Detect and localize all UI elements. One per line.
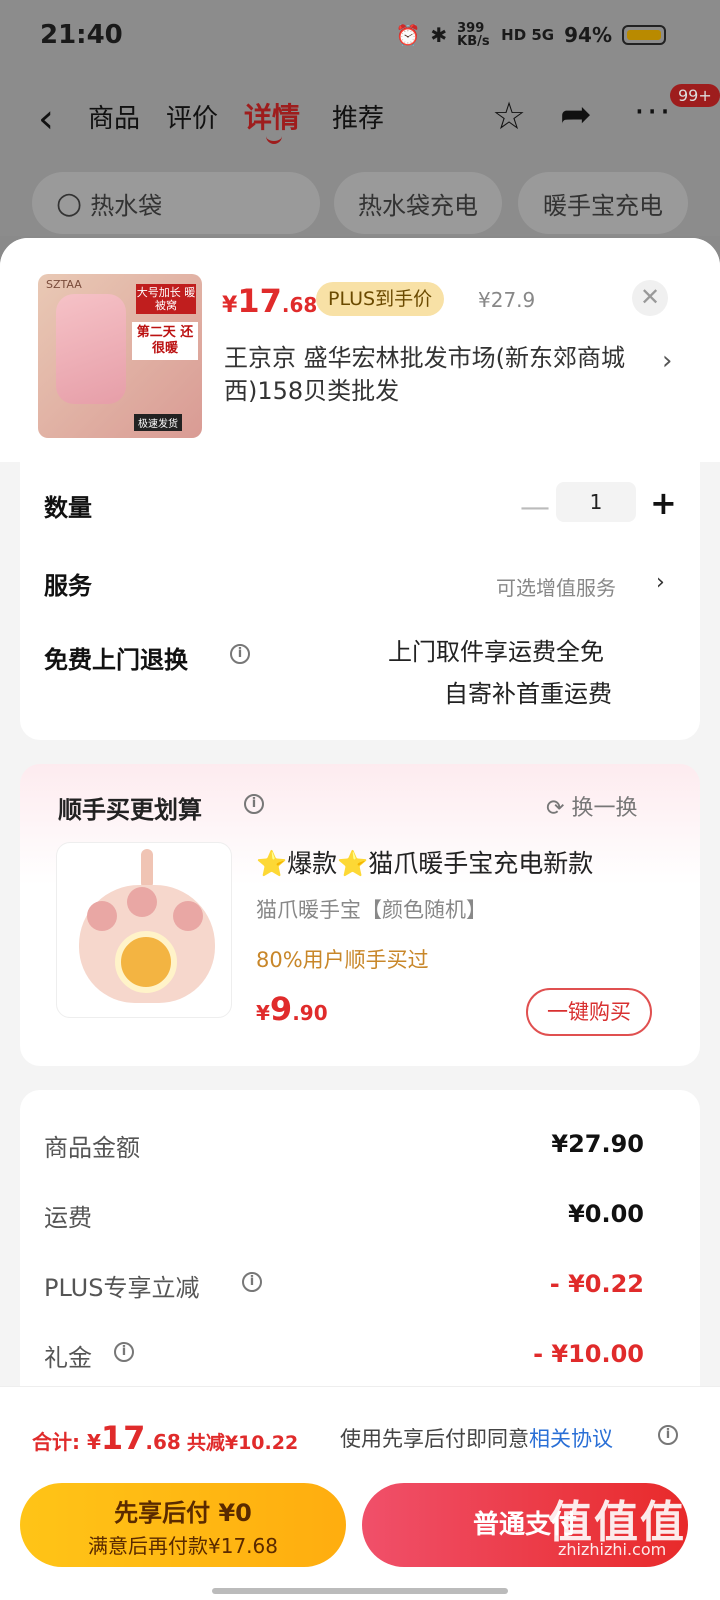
- thumb-tag-1: 大号加长 暖被窝: [136, 284, 196, 314]
- options-card: 数量 — 1 + 服务 可选增值服务 › 免费上门退换 i 上门取件享运费全免 …: [20, 462, 700, 740]
- recommend-price: ¥9.90: [256, 990, 328, 1028]
- plus-price-tag: PLUS到手价: [316, 282, 445, 316]
- return-label: 免费上门退换: [44, 646, 188, 674]
- recommend-product-name[interactable]: ⭐爆款⭐猫爪暖手宝充电新款: [256, 844, 593, 880]
- status-time: 21:40: [40, 20, 123, 50]
- battery-icon: [622, 25, 666, 45]
- quantity-plus-button[interactable]: +: [650, 484, 677, 522]
- tab-detail[interactable]: 详情: [244, 96, 300, 136]
- summary-label-goods: 商品金额: [44, 1134, 140, 1162]
- thumb-brand: SZTAA: [46, 278, 82, 291]
- product-header: SZTAA 大号加长 暖被窝 第二天 还很暖 极速发货 ¥17.68 PLUS到…: [0, 238, 720, 462]
- refresh-icon: ⟳: [546, 796, 572, 821]
- favorite-star-icon[interactable]: ☆: [492, 94, 526, 138]
- summary-value-plus: - ¥0.22: [549, 1270, 644, 1298]
- search-input[interactable]: ○ 热水袋: [32, 172, 320, 234]
- quantity-stepper[interactable]: 1: [556, 482, 636, 522]
- notification-badge: 99+: [670, 84, 720, 107]
- info-icon[interactable]: i: [230, 644, 250, 664]
- original-price: ¥27.9: [478, 288, 536, 312]
- quantity-label: 数量: [44, 494, 92, 522]
- active-tab-indicator: [266, 136, 282, 144]
- chevron-right-icon[interactable]: ›: [656, 570, 665, 595]
- share-icon[interactable]: ➦: [560, 92, 592, 136]
- quantity-minus-button[interactable]: —: [520, 490, 550, 525]
- info-icon[interactable]: i: [658, 1425, 678, 1445]
- watermark-url: zhizhizhi.com: [558, 1540, 667, 1559]
- more-menu-icon[interactable]: ···: [634, 92, 672, 132]
- info-icon[interactable]: i: [114, 1342, 134, 1362]
- back-arrow-icon[interactable]: ‹: [38, 96, 54, 142]
- alarm-icon: ⏰: [395, 23, 421, 47]
- info-icon[interactable]: i: [244, 794, 264, 814]
- recommend-title: 顺手买更划算: [58, 796, 202, 824]
- signal-indicator: HD 5G: [501, 26, 555, 44]
- bluetooth-icon: ✱: [430, 23, 448, 47]
- summary-value-goods: ¥27.90: [551, 1130, 644, 1158]
- hot-water-bag-image: [56, 294, 126, 404]
- service-label: 服务: [44, 572, 92, 600]
- page-header: ‹ 商品 评价 详情 推荐 ☆ ➦ ··· 99+ ○ 热水袋 热水袋充电 暖手…: [0, 76, 720, 236]
- recommend-card: 顺手买更划算 i ⟳ 换一换 ⭐爆款⭐猫爪暖手宝充电新款 猫爪暖手宝【颜色随机】…: [20, 764, 700, 1066]
- pay-later-button[interactable]: 先享后付 ¥0 满意后再付款¥17.68: [20, 1483, 346, 1567]
- one-click-buy-button[interactable]: 一键购买: [526, 988, 652, 1036]
- summary-value-shipping: ¥0.00: [568, 1200, 644, 1228]
- search-icon: ○: [56, 185, 83, 221]
- recommend-sold-hint: 80%用户顺手买过: [256, 948, 429, 972]
- return-value-2: 自寄补首重运费: [444, 680, 612, 708]
- status-bar: 21:40 ⏰ ✱ 399 KB/s HD 5G 94%: [0, 0, 720, 76]
- tab-reviews[interactable]: 评价: [166, 98, 218, 135]
- chevron-right-icon[interactable]: ›: [662, 346, 672, 376]
- service-value[interactable]: 可选增值服务: [496, 572, 616, 601]
- status-icons: ⏰ ✱ 399 KB/s HD 5G 94%: [395, 22, 666, 48]
- refresh-button[interactable]: ⟳ 换一换: [546, 790, 637, 822]
- close-icon[interactable]: ✕: [632, 280, 668, 316]
- summary-label-plus: PLUS专享立减: [44, 1274, 200, 1302]
- tab-product[interactable]: 商品: [88, 98, 140, 135]
- agreement-text: 使用先享后付即同意相关协议: [340, 1427, 613, 1451]
- search-placeholder: 热水袋: [90, 191, 163, 220]
- tab-recommend[interactable]: 推荐: [332, 98, 384, 135]
- recommend-product-image[interactable]: [56, 842, 232, 1018]
- recommend-product-spec: 猫爪暖手宝【颜色随机】: [256, 898, 487, 922]
- battery-percent: 94%: [564, 23, 612, 47]
- home-indicator[interactable]: [212, 1588, 508, 1594]
- info-icon[interactable]: i: [242, 1272, 262, 1292]
- thumb-tag-3: 极速发货: [134, 414, 182, 431]
- total-price: 合计: ¥17.68 共减¥10.22: [32, 1419, 299, 1457]
- return-value-1: 上门取件享运费全免: [388, 638, 604, 666]
- search-chip-2[interactable]: 暖手宝充电: [518, 172, 688, 234]
- agreement-link[interactable]: 相关协议: [529, 1427, 613, 1451]
- summary-label-shipping: 运费: [44, 1204, 92, 1232]
- summary-value-gift: - ¥10.00: [533, 1340, 644, 1368]
- net-speed: 399 KB/s: [457, 21, 490, 49]
- search-chip-1[interactable]: 热水袋充电: [334, 172, 502, 234]
- total-saved: 共减¥10.22: [186, 1432, 299, 1454]
- summary-label-gift: 礼金: [44, 1344, 92, 1372]
- product-price: ¥17.68: [222, 282, 318, 320]
- delivery-address[interactable]: 王京京 盛华宏林批发市场(新东郊商城西)158贝类批发: [224, 342, 654, 408]
- product-thumbnail: SZTAA 大号加长 暖被窝 第二天 还很暖 极速发货: [38, 274, 202, 438]
- thumb-tag-2: 第二天 还很暖: [132, 322, 198, 360]
